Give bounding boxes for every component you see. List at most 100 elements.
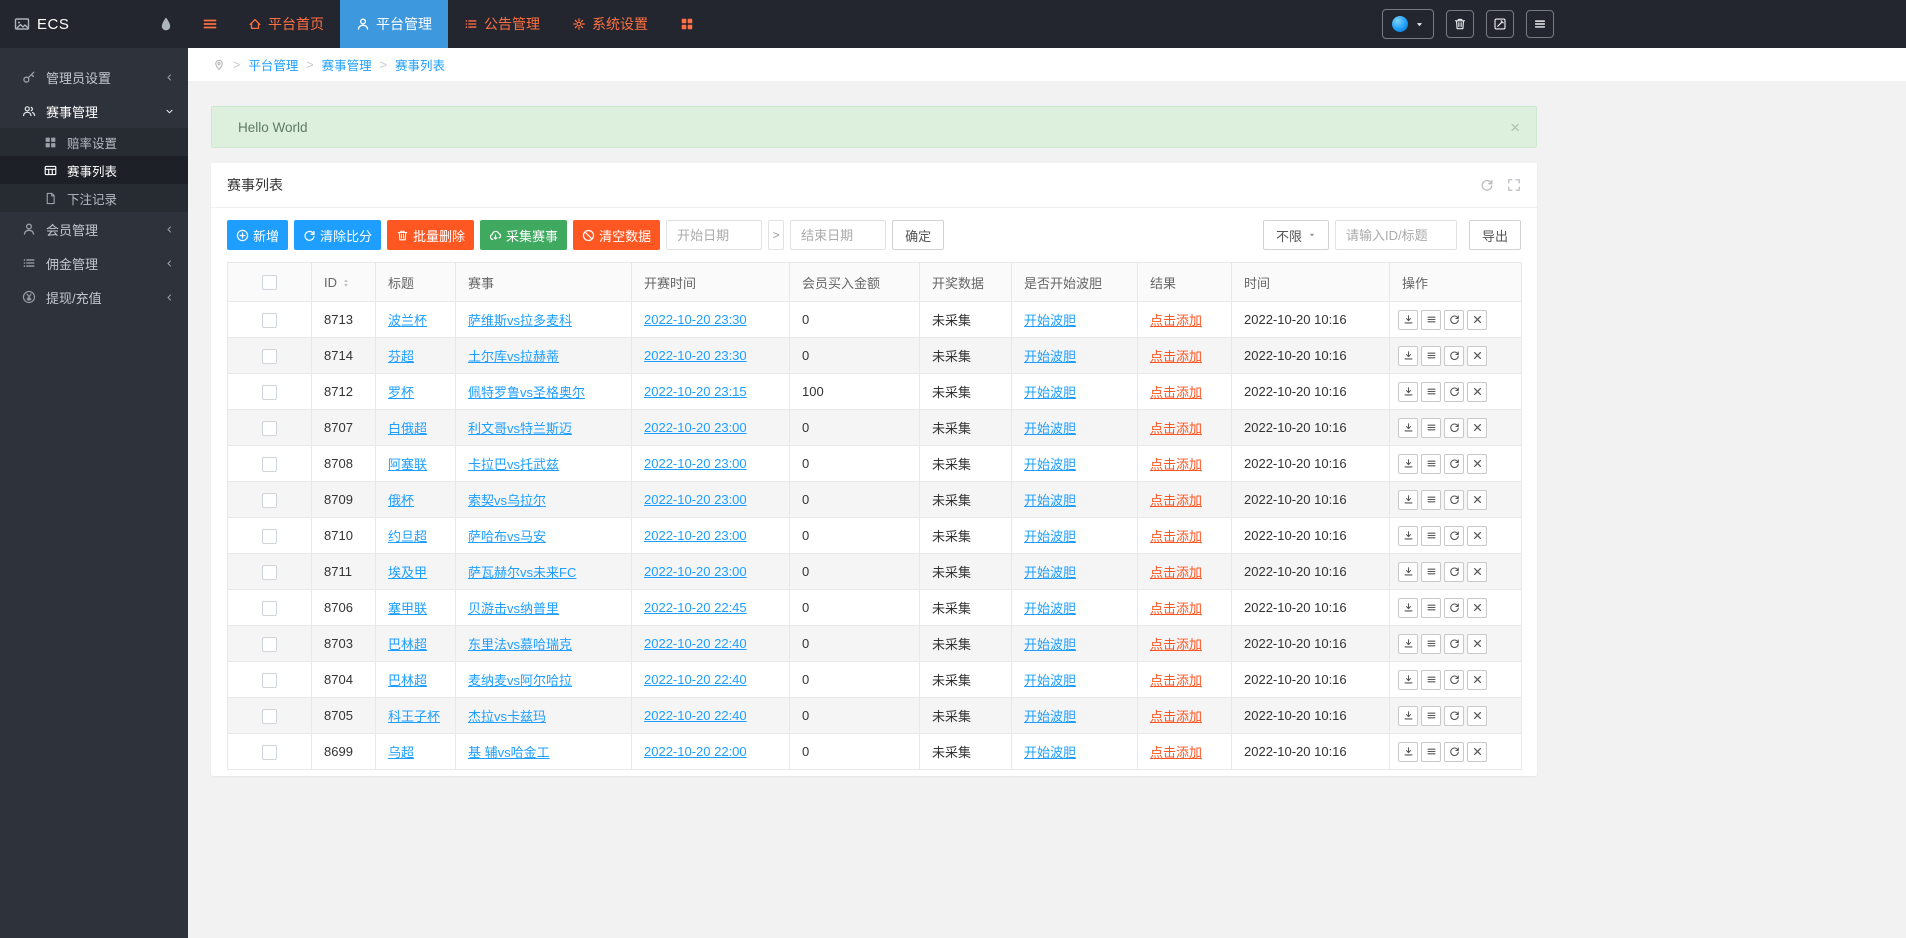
title-link[interactable]: 巴林超 [388,673,427,688]
purge-data-button[interactable]: 清空数据 [573,220,660,250]
refresh-row-button[interactable] [1444,562,1464,582]
detail-row-button[interactable] [1421,382,1441,402]
result-link[interactable]: 点击添加 [1150,529,1202,544]
nav-item-platform[interactable]: 平台管理 [340,0,448,48]
detail-row-button[interactable] [1421,418,1441,438]
refresh-row-button[interactable] [1444,706,1464,726]
row-checkbox[interactable] [262,601,277,616]
delete-row-button[interactable] [1467,634,1487,654]
title-link[interactable]: 白俄超 [388,421,427,436]
detail-row-button[interactable] [1421,706,1441,726]
select-all-checkbox[interactable] [262,275,277,290]
export-row-button[interactable] [1398,418,1418,438]
match-link[interactable]: 东里法vs慕哈瑞克 [468,637,572,652]
edit-button[interactable] [1486,10,1514,38]
batch-delete-button[interactable]: 批量删除 [387,220,474,250]
result-link[interactable]: 点击添加 [1150,601,1202,616]
row-checkbox[interactable] [262,745,277,760]
bodan-link[interactable]: 开始波胆 [1024,457,1076,472]
delete-row-button[interactable] [1467,706,1487,726]
detail-row-button[interactable] [1421,742,1441,762]
export-button[interactable]: 导出 [1469,220,1521,250]
nav-item-apps[interactable] [664,0,710,48]
breadcrumb-item[interactable]: 赛事管理 [322,55,372,74]
match-link[interactable]: 基 辅vs哈金工 [468,745,550,760]
delete-row-button[interactable] [1467,346,1487,366]
result-link[interactable]: 点击添加 [1150,709,1202,724]
export-row-button[interactable] [1398,490,1418,510]
delete-row-button[interactable] [1467,526,1487,546]
add-button[interactable]: 新增 [227,220,288,250]
detail-row-button[interactable] [1421,598,1441,618]
bodan-link[interactable]: 开始波胆 [1024,529,1076,544]
bodan-link[interactable]: 开始波胆 [1024,709,1076,724]
export-row-button[interactable] [1398,454,1418,474]
delete-row-button[interactable] [1467,742,1487,762]
row-checkbox[interactable] [262,673,277,688]
row-checkbox[interactable] [262,565,277,580]
match-link[interactable]: 索契vs乌拉尔 [468,493,546,508]
detail-row-button[interactable] [1421,670,1441,690]
sidebar-item-bet-records[interactable]: 下注记录 [0,184,188,212]
delete-row-button[interactable] [1467,310,1487,330]
nav-item-notice[interactable]: 公告管理 [448,0,556,48]
result-link[interactable]: 点击添加 [1150,313,1202,328]
detail-row-button[interactable] [1421,562,1441,582]
detail-row-button[interactable] [1421,526,1441,546]
title-link[interactable]: 芬超 [388,349,414,364]
export-row-button[interactable] [1398,670,1418,690]
row-checkbox[interactable] [262,709,277,724]
refresh-row-button[interactable] [1444,526,1464,546]
start-time-link[interactable]: 2022-10-20 23:30 [644,312,747,327]
sidebar-item-member-management[interactable]: 会员管理 [0,212,188,246]
match-link[interactable]: 萨瓦赫尔vs未来FC [468,565,576,580]
start-time-link[interactable]: 2022-10-20 23:00 [644,564,747,579]
bodan-link[interactable]: 开始波胆 [1024,313,1076,328]
detail-row-button[interactable] [1421,310,1441,330]
start-time-link[interactable]: 2022-10-20 23:30 [644,348,747,363]
row-checkbox[interactable] [262,493,277,508]
nav-item-system[interactable]: 系统设置 [556,0,664,48]
bodan-link[interactable]: 开始波胆 [1024,637,1076,652]
detail-row-button[interactable] [1421,490,1441,510]
breadcrumb-item[interactable]: 平台管理 [248,55,298,74]
sidebar-item-withdraw-recharge[interactable]: 提现/充值 [0,280,188,314]
title-link[interactable]: 塞甲联 [388,601,427,616]
start-time-link[interactable]: 2022-10-20 22:00 [644,744,747,759]
delete-row-button[interactable] [1467,382,1487,402]
refresh-row-button[interactable] [1444,382,1464,402]
bodan-link[interactable]: 开始波胆 [1024,421,1076,436]
refresh-row-button[interactable] [1444,670,1464,690]
refresh-row-button[interactable] [1444,598,1464,618]
result-link[interactable]: 点击添加 [1150,385,1202,400]
clear-cache-button[interactable] [1446,10,1474,38]
collect-matches-button[interactable]: 采集赛事 [480,220,567,250]
row-checkbox[interactable] [262,349,277,364]
sidebar-item-match-list[interactable]: 赛事列表 [0,156,188,184]
start-time-link[interactable]: 2022-10-20 22:45 [644,600,747,615]
export-row-button[interactable] [1398,742,1418,762]
export-row-button[interactable] [1398,706,1418,726]
sidebar-item-admin-settings[interactable]: 管理员设置 [0,60,188,94]
export-row-button[interactable] [1398,382,1418,402]
refresh-row-button[interactable] [1444,634,1464,654]
title-link[interactable]: 巴林超 [388,637,427,652]
export-row-button[interactable] [1398,598,1418,618]
bodan-link[interactable]: 开始波胆 [1024,745,1076,760]
title-link[interactable]: 波兰杯 [388,313,427,328]
result-link[interactable]: 点击添加 [1150,565,1202,580]
result-link[interactable]: 点击添加 [1150,421,1202,436]
clear-score-button[interactable]: 清除比分 [294,220,381,250]
search-input[interactable] [1335,220,1457,250]
detail-row-button[interactable] [1421,454,1441,474]
row-checkbox[interactable] [262,457,277,472]
export-row-button[interactable] [1398,310,1418,330]
delete-row-button[interactable] [1467,562,1487,582]
title-link[interactable]: 俄杯 [388,493,414,508]
row-checkbox[interactable] [262,529,277,544]
refresh-row-button[interactable] [1444,418,1464,438]
start-time-link[interactable]: 2022-10-20 22:40 [644,708,747,723]
nav-item-home[interactable]: 平台首页 [232,0,340,48]
export-row-button[interactable] [1398,526,1418,546]
sidebar-item-match-management[interactable]: 赛事管理 [0,94,188,128]
